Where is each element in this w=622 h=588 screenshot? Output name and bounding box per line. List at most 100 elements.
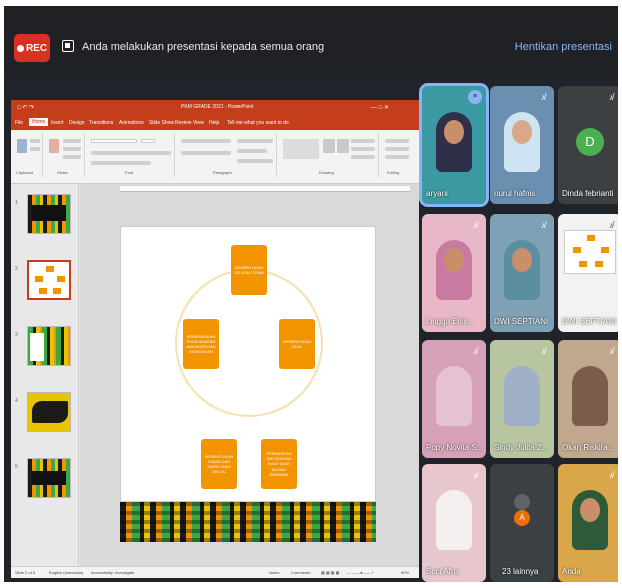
tab-design[interactable]: Design [69, 120, 85, 126]
font-size-select[interactable] [141, 139, 155, 143]
participant-tile[interactable]: ≡ aryani [419, 83, 489, 207]
participant-tile[interactable]: ♪̸ Popy Novita S... [422, 340, 486, 458]
slide-box-idea[interactable]: MENENTUKAN IDE ATAU TEMA [231, 245, 267, 295]
notes-button[interactable]: Notes [269, 570, 279, 575]
tab-transitions[interactable]: Transitions [89, 120, 113, 126]
ribbon-tabs: File Home Insert Design Transitions Anim… [11, 118, 419, 130]
person-silhouette [572, 366, 608, 426]
preview-box [601, 247, 609, 253]
participant-avatar-small: A [514, 510, 530, 526]
smartart-button[interactable] [237, 159, 273, 163]
zoom-level[interactable]: 50% [401, 570, 409, 575]
ribbon-group-paragraph: Paragraph [177, 133, 277, 177]
slide-thumbnails-pane: 1 2 3 4 5 [11, 184, 79, 566]
thumbnail-box [53, 288, 61, 294]
current-slide[interactable]: MENENTUKAN IDE ATAU TEMA MENENTUKAN GOAL… [120, 226, 376, 502]
slide-number: 2 [15, 266, 18, 272]
tab-insert[interactable]: Insert [51, 120, 64, 126]
slide-box-goal[interactable]: MENENTUKAN GOAL [279, 319, 315, 369]
participant-tile[interactable]: ♪̸ Lingga Elvir... [422, 214, 486, 332]
ribbon-label-font: Font [125, 170, 134, 175]
present-screen-icon [62, 40, 74, 52]
shape-outline-button[interactable] [351, 147, 375, 151]
new-slide-icon[interactable] [49, 139, 59, 153]
person-face [580, 498, 600, 522]
slide-number: 4 [15, 398, 18, 404]
accessibility-status[interactable]: Accessibility: Investigate [91, 570, 134, 575]
tab-slide-show[interactable]: Slide Show [149, 120, 174, 126]
slide-box-audience[interactable]: MENENTUKAN SISWA DAN SIAPA YANG DITUJU [201, 439, 237, 489]
zoom-slider[interactable]: — ——●—— + [347, 570, 374, 575]
tab-view[interactable]: View [193, 120, 204, 126]
layout-button[interactable] [63, 139, 81, 143]
paste-icon[interactable] [17, 139, 27, 153]
participant-tile[interactable]: ♪̸ Sindy Julita Z... [490, 340, 554, 458]
tab-file[interactable]: File [15, 120, 23, 126]
shared-slide-preview [564, 230, 616, 274]
copy-icon[interactable] [30, 147, 40, 151]
arrange-button[interactable] [323, 139, 335, 153]
participant-tile[interactable]: ♪̸ Suci Afra [422, 464, 486, 582]
replace-button[interactable] [385, 147, 409, 151]
shape-fill-button[interactable] [351, 139, 375, 143]
participant-name: nurul hafnis [494, 189, 536, 198]
participant-tile[interactable]: ♪̸ Okan Riskira... [558, 340, 618, 458]
mic-off-icon: ♪̸ [540, 346, 546, 356]
text-direction-button[interactable] [237, 139, 273, 143]
alignment-buttons[interactable] [181, 151, 231, 155]
list-buttons[interactable] [181, 139, 231, 143]
tab-review[interactable]: Review [175, 120, 191, 126]
select-button[interactable] [385, 155, 409, 159]
view-buttons-icon[interactable]: ▦ ▦ ▦ ▦ [321, 570, 339, 575]
find-button[interactable] [385, 139, 409, 143]
stop-presenting-button[interactable]: Hentikan presentasi [515, 41, 612, 53]
powerpoint-titlebar: □ ↶ ↷ PKM GRADE 2021 - PowerPoint — □ ✕ [11, 100, 419, 118]
powerpoint-title: PKM GRADE 2021 - PowerPoint [181, 104, 254, 110]
recording-indicator[interactable]: REC [14, 34, 50, 62]
participant-name: Dinda febrianti [562, 189, 614, 198]
comments-button[interactable]: Comments [291, 570, 310, 575]
shapes-gallery[interactable] [283, 139, 319, 159]
more-participants-count: 23 lainnya [502, 567, 539, 576]
participant-tile[interactable]: ♪̸ nurul hafnis [490, 86, 554, 204]
align-text-button[interactable] [237, 149, 267, 153]
language-status[interactable]: English (Indonesia) [49, 570, 83, 575]
ribbon-group-clipboard: Clipboard [13, 133, 43, 177]
tell-me-search[interactable]: Tell me what you want to do [227, 120, 289, 126]
participant-tile[interactable]: D ♪̸ Dinda febrianti [558, 86, 618, 204]
slide-number: 1 [15, 200, 18, 206]
ribbon-group-editing: Editing [381, 133, 417, 177]
participant-tile[interactable]: ♪̸ DWI SEPTIANI [490, 214, 554, 332]
font-format-buttons[interactable] [91, 151, 171, 155]
person-face [512, 248, 532, 272]
ribbon-label-slides: Slides [57, 170, 68, 175]
person-face [444, 248, 464, 272]
slide-thumbnail[interactable] [27, 458, 71, 498]
quick-styles-button[interactable] [337, 139, 349, 153]
participant-name: aryani [426, 189, 448, 198]
slide-box-develop[interactable]: KEMBANGKAN PUISI DENGAN IMAJINASI DAN KE… [183, 319, 219, 369]
font-color-buttons[interactable] [91, 161, 151, 165]
person-silhouette [436, 366, 472, 426]
font-name-select[interactable] [91, 139, 137, 143]
slide-thumbnail[interactable] [27, 392, 71, 432]
slide-thumbnail[interactable] [27, 326, 71, 366]
participant-name: DWI SEPTIANI [562, 317, 617, 326]
slide-box-words[interactable]: PERHATIKAN IDE DENGAN KATA YANG MUDAH DI… [261, 439, 297, 489]
tab-home[interactable]: Home [29, 118, 49, 126]
more-participants-tile[interactable]: A 23 lainnya [490, 464, 554, 582]
reset-button[interactable] [63, 147, 81, 151]
participant-tile[interactable]: ♪̸ DWI SEPTIANI [558, 214, 618, 332]
shape-effects-button[interactable] [351, 155, 375, 159]
slide-thumbnail-selected[interactable] [27, 260, 71, 300]
section-button[interactable] [63, 155, 81, 159]
slide-thumbnail[interactable] [27, 194, 71, 234]
mic-off-icon: ♪̸ [540, 220, 546, 230]
cut-icon[interactable] [30, 139, 40, 143]
self-view-tile[interactable]: ♪̸ Anda [558, 464, 618, 582]
tab-animations[interactable]: Animations [119, 120, 144, 126]
tab-help[interactable]: Help [209, 120, 219, 126]
thumbnail-text-block [30, 333, 44, 361]
thumbnail-title-block [32, 471, 66, 485]
mic-off-icon: ♪̸ [608, 346, 614, 356]
